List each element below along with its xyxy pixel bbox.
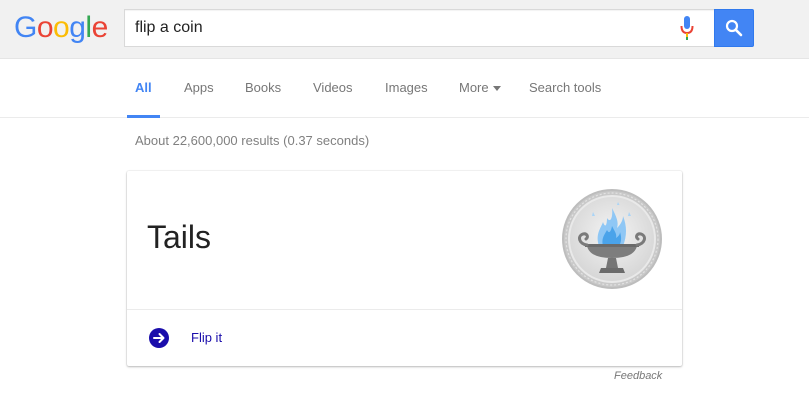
caret-down-icon xyxy=(492,86,501,92)
header: G o o g l e xyxy=(0,0,809,59)
flip-it-label: Flip it xyxy=(191,330,223,345)
tab-apps[interactable]: Apps xyxy=(184,60,214,118)
google-logo[interactable]: G o o g l e xyxy=(14,11,108,45)
tab-label: Images xyxy=(385,80,428,95)
search-icon xyxy=(725,19,743,37)
tab-label: Search tools xyxy=(529,80,602,95)
tab-label: Apps xyxy=(184,80,214,95)
tab-label: Books xyxy=(245,80,282,95)
logo-letter: g xyxy=(69,11,86,44)
tab-label: More xyxy=(459,80,489,95)
logo-letter: o xyxy=(53,11,70,44)
search-box xyxy=(124,9,714,47)
microphone-icon[interactable] xyxy=(680,16,694,40)
tab-videos[interactable]: Videos xyxy=(313,60,353,118)
feedback-link[interactable]: Feedback xyxy=(614,370,662,382)
tab-all[interactable]: All xyxy=(127,60,160,118)
arrow-right-circle-icon xyxy=(149,328,169,348)
coin-flip-card: Tails Flip it xyxy=(127,171,682,366)
tab-label: Videos xyxy=(313,80,353,95)
search-tabs: All Apps Books Videos Images More Search… xyxy=(0,60,809,118)
tab-search-tools[interactable]: Search tools xyxy=(529,60,601,118)
logo-letter: o xyxy=(36,11,54,44)
result-stats: About 22,600,000 results (0.37 seconds) xyxy=(135,133,370,148)
logo-letter: e xyxy=(91,11,109,44)
search-button[interactable] xyxy=(714,9,754,47)
logo-letter: G xyxy=(14,11,37,44)
coin-tails-icon xyxy=(562,189,662,289)
tab-books[interactable]: Books xyxy=(245,60,281,118)
tab-images[interactable]: Images xyxy=(385,60,428,118)
coin-result: Tails xyxy=(147,219,212,255)
search-input[interactable] xyxy=(135,10,665,46)
tab-more[interactable]: More xyxy=(459,60,501,118)
flip-it-button[interactable]: Flip it xyxy=(127,310,682,366)
tab-label: All xyxy=(135,80,152,95)
